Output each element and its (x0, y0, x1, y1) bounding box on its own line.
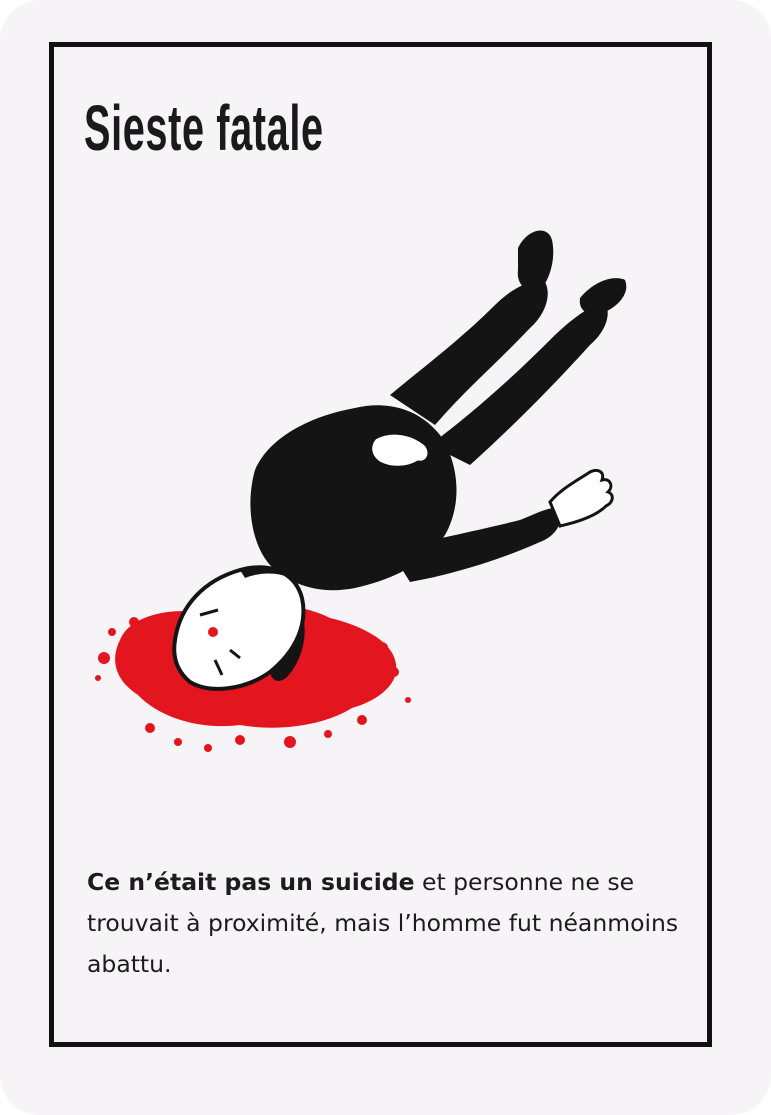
head-icon (172, 565, 306, 691)
card-description: Ce n’était pas un suicide et personne ne… (87, 862, 687, 985)
card-description-bold: Ce n’était pas un suicide (87, 868, 415, 896)
card-title: Sieste fatale (84, 92, 324, 164)
dead-man-illustration-icon (95, 230, 627, 752)
card: Sieste fatale Ce n’était pas un suicide … (0, 0, 771, 1115)
body-icon (250, 230, 627, 591)
